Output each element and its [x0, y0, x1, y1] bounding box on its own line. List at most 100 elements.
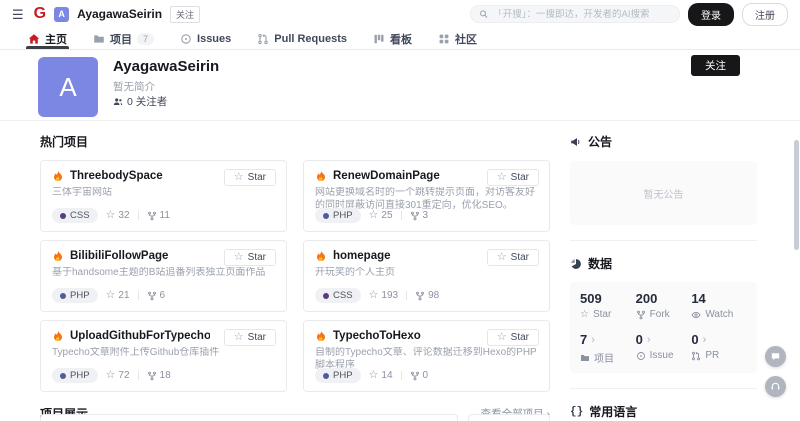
project-name[interactable]: homepage	[333, 250, 391, 262]
project-name[interactable]: BilibiliFollowPage	[70, 250, 168, 262]
project-card[interactable]: BilibiliFollowPage ☆ Star 基于handsome主题的B…	[40, 240, 287, 312]
flame-icon	[315, 330, 327, 342]
star-icon: ☆	[497, 252, 507, 263]
stat-label-text: Fork	[650, 309, 670, 320]
language-label: CSS	[333, 290, 353, 301]
avatar[interactable]: A	[38, 57, 98, 117]
tab-issues[interactable]: Issues	[180, 28, 231, 49]
issue-icon	[180, 33, 192, 45]
tab-home-label: 主页	[45, 31, 67, 47]
stats-title: 数据	[588, 255, 612, 272]
fork-icon	[147, 291, 157, 301]
fork-icon	[410, 371, 420, 381]
stat-prs-label: PR	[691, 350, 747, 361]
language-label: PHP	[333, 370, 353, 381]
star-button[interactable]: ☆ Star	[224, 329, 276, 346]
stat-watch-label: Watch	[691, 309, 747, 320]
tab-board[interactable]: 看板	[373, 28, 412, 49]
project-name[interactable]: ThreebodySpace	[70, 170, 163, 182]
header-follow-chip[interactable]: 关注	[170, 6, 200, 23]
star-button-label: Star	[248, 172, 266, 183]
star-count-value: 25	[381, 210, 392, 221]
star-button[interactable]: ☆ Star	[487, 249, 539, 266]
project-name[interactable]: TypechoToHexo	[333, 330, 421, 342]
star-icon: ☆	[369, 210, 379, 221]
project-card-footer: PHP ☆21 6	[52, 288, 165, 303]
project-card[interactable]: homepage ☆ Star 开玩笑的个人主页 CSS ☆193 98	[303, 240, 550, 312]
projects-count-badge: 7	[137, 33, 154, 45]
project-card[interactable]: TypechoToHexo ☆ Star 自制的Typecho文章、评论数据迁移…	[303, 320, 550, 392]
star-count: ☆25	[369, 210, 393, 221]
star-icon: ☆	[106, 210, 116, 221]
project-name[interactable]: UploadGithubForTypecho	[70, 330, 210, 342]
tab-pull-requests[interactable]: Pull Requests	[257, 28, 347, 49]
star-button-label: Star	[511, 332, 529, 343]
fork-count: 11	[147, 210, 170, 221]
value-text: 7	[580, 332, 587, 347]
tab-home[interactable]: 主页	[28, 28, 67, 49]
star-count-value: 193	[381, 290, 398, 301]
hot-projects-grid: ThreebodySpace ☆ Star 三体宇宙网站 CSS ☆32 11	[40, 160, 550, 392]
stat-star: 509 ☆Star	[580, 291, 636, 320]
project-card-header: RenewDomainPage ☆ Star	[315, 170, 538, 182]
project-card[interactable]: RenewDomainPage ☆ Star 网站更换域名时的一个跳转提示页面，…	[303, 160, 550, 232]
scrollbar[interactable]	[794, 140, 799, 250]
announcement-title: 公告	[588, 133, 612, 150]
stat-projects-value: 7›	[580, 332, 636, 347]
gitee-logo[interactable]: G	[34, 6, 46, 22]
stat-projects[interactable]: 7› 项目	[580, 332, 636, 365]
project-card[interactable]: UploadGithubForTypecho ☆ Star Typecho文章附…	[40, 320, 287, 392]
search-bar[interactable]	[470, 5, 680, 23]
stat-label-text: PR	[705, 350, 719, 361]
chevron-right-icon: ›	[703, 334, 707, 346]
top-header: ☰ G A AyagawaSeirin 关注 登录 注册	[0, 0, 800, 28]
feedback-button[interactable]	[765, 346, 786, 367]
fork-icon	[410, 211, 420, 221]
divider	[570, 240, 757, 241]
star-button[interactable]: ☆ Star	[487, 169, 539, 186]
sidebar: 公告 暂无公告 数据 509 ☆Star 200 Fork 14	[570, 133, 757, 421]
fork-icon	[415, 291, 425, 301]
user-avatar-small[interactable]: A	[54, 7, 69, 22]
star-button-label: Star	[511, 252, 529, 263]
star-button[interactable]: ☆ Star	[487, 329, 539, 346]
stat-prs[interactable]: 0› PR	[691, 332, 747, 365]
languages-title: 常用语言	[589, 403, 637, 420]
language-dot	[323, 293, 329, 299]
showcase-card-partial	[40, 414, 458, 421]
star-count-value: 72	[118, 370, 129, 381]
stat-issues[interactable]: 0› Issue	[636, 332, 692, 365]
language-pill: PHP	[52, 368, 98, 383]
fork-count: 98	[415, 290, 439, 301]
announcement-empty-box: 暂无公告	[570, 161, 757, 225]
register-button[interactable]: 注册	[742, 3, 788, 26]
star-count-value: 32	[118, 210, 129, 221]
tab-projects[interactable]: 项目 7	[93, 28, 154, 49]
header-username[interactable]: AyagawaSeirin	[77, 7, 162, 21]
star-icon: ☆	[106, 290, 116, 301]
folder-icon	[93, 33, 105, 45]
project-card[interactable]: ThreebodySpace ☆ Star 三体宇宙网站 CSS ☆32 11	[40, 160, 287, 232]
project-card-header: homepage ☆ Star	[315, 250, 538, 262]
star-icon: ☆	[497, 332, 507, 343]
star-button[interactable]: ☆ Star	[224, 169, 276, 186]
follow-button[interactable]: 关注	[691, 55, 740, 76]
fork-count-value: 11	[160, 210, 170, 221]
search-input[interactable]	[493, 9, 671, 20]
project-card-footer: CSS ☆32 11	[52, 208, 170, 223]
hamburger-menu-icon[interactable]: ☰	[12, 8, 24, 21]
stat-watch-value: 14	[691, 291, 747, 306]
language-dot	[323, 213, 329, 219]
stat-issues-value: 0›	[636, 332, 692, 347]
tab-community[interactable]: 社区	[438, 28, 477, 49]
login-button[interactable]: 登录	[688, 3, 734, 26]
project-name[interactable]: RenewDomainPage	[333, 170, 440, 182]
language-label: CSS	[70, 210, 90, 221]
profile-nav: 主页 项目 7 Issues Pull Requests 看板 社区	[0, 28, 800, 50]
stat-issues-label: Issue	[636, 350, 692, 361]
stat-label-text: Watch	[705, 309, 733, 320]
stat-star-label: ☆Star	[580, 309, 636, 320]
followers-count[interactable]: 0 关注者	[113, 94, 167, 109]
star-button[interactable]: ☆ Star	[224, 249, 276, 266]
customer-service-button[interactable]	[765, 376, 786, 397]
